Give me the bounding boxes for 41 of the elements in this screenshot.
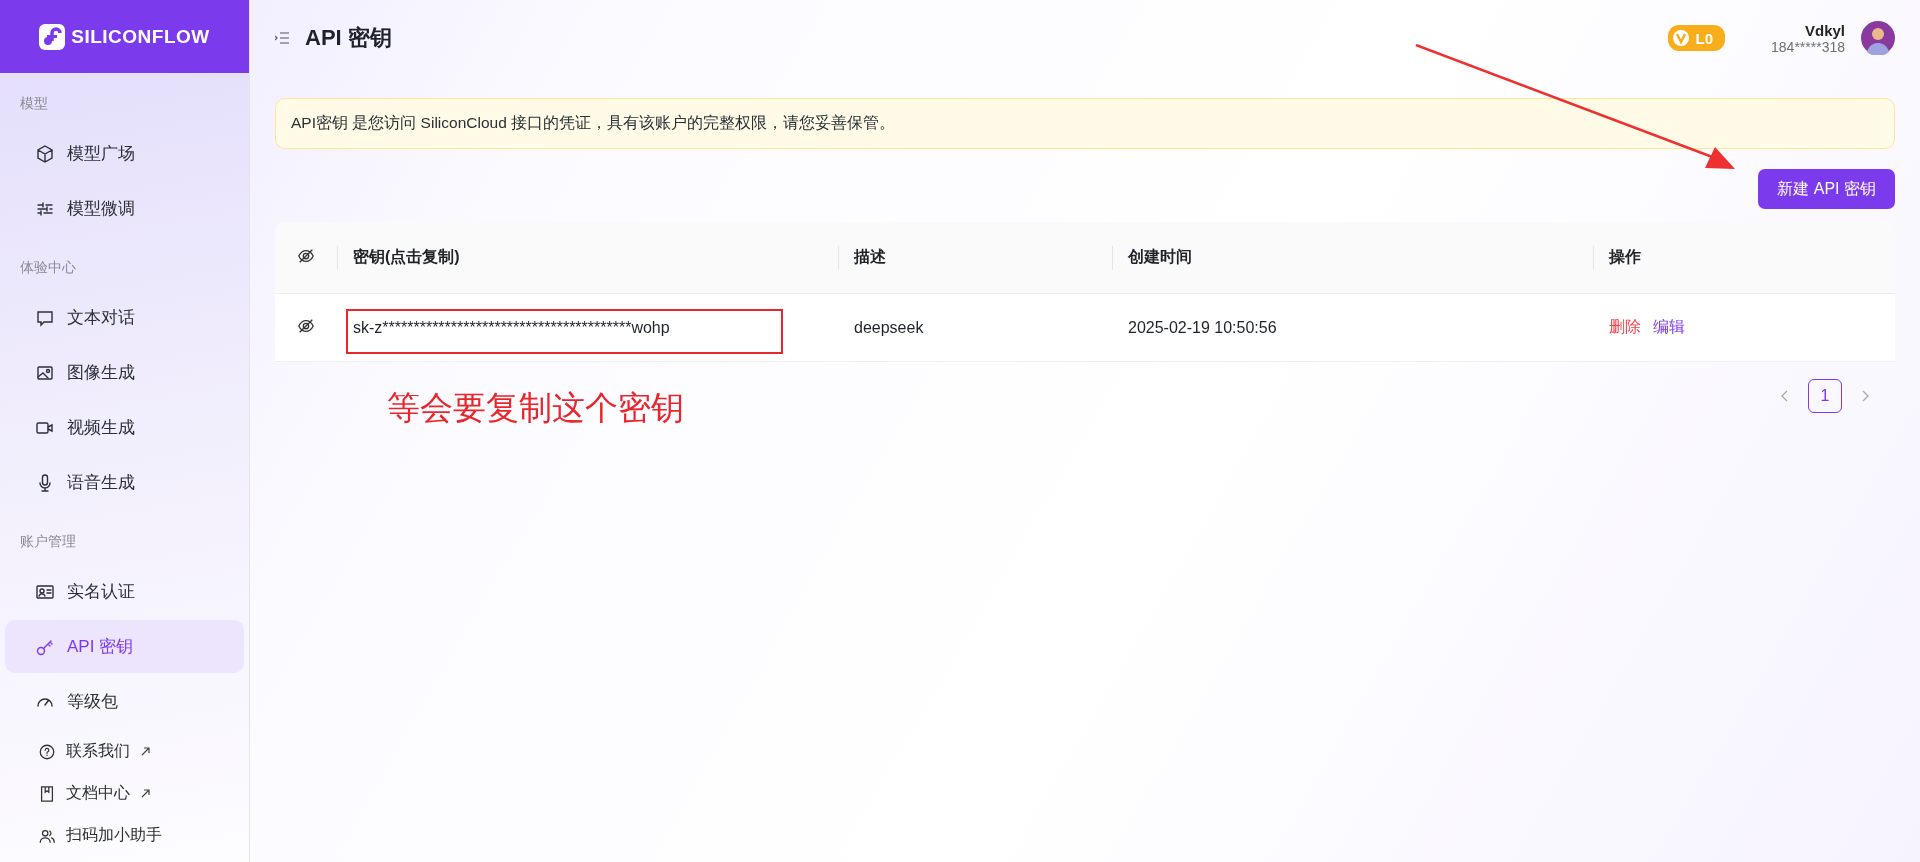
create-key-button[interactable]: 新建 API 密钥	[1758, 169, 1895, 209]
notice-banner: API密钥 是您访问 SiliconCloud 接口的凭证，具有该账户的完整权限，请您妥善保管。	[275, 98, 1895, 149]
book-icon	[38, 784, 56, 803]
table-cell: deepseek	[838, 293, 1112, 362]
sidebar-item[interactable]: 实名认证	[5, 565, 244, 618]
page-title: API 密钥	[305, 24, 393, 52]
sidebar-item[interactable]: 模型广场	[5, 127, 244, 180]
footer-link[interactable]: 文档中心	[38, 783, 151, 804]
user-phone: 184*****318	[1771, 38, 1845, 55]
sidebar-item[interactable]: 语音生成	[5, 456, 244, 509]
sidebar-item[interactable]: 视频生成	[5, 401, 244, 454]
external-link-icon	[140, 788, 151, 799]
cube-icon	[35, 143, 55, 164]
action-link[interactable]: 编辑	[1653, 318, 1685, 335]
footer-link[interactable]: 扫码加小助手	[38, 825, 162, 846]
sidebar-item[interactable]: 等级包	[5, 675, 244, 728]
avatar[interactable]	[1861, 21, 1895, 55]
sidebar-item[interactable]: 文本对话	[5, 291, 244, 344]
help-icon	[38, 742, 56, 761]
menu-icon[interactable]	[275, 32, 289, 44]
section-label: 账户管理	[19, 532, 77, 551]
table-cell: 2025-02-19 10:50:56	[1112, 293, 1593, 362]
column-header: 创建时间	[1112, 222, 1593, 294]
column-header: 密钥(点击复制)	[337, 222, 838, 294]
external-link-icon	[140, 746, 151, 757]
action-link[interactable]: 删除	[1609, 318, 1641, 335]
section-label: 模型	[19, 94, 49, 113]
logo-text: SILICONFLOW	[71, 25, 210, 48]
sidebar-item[interactable]: 图像生成	[5, 346, 244, 399]
footer-link[interactable]: 联系我们	[38, 741, 151, 762]
key-cell[interactable]: sk-z****************************************wohp	[337, 293, 838, 362]
level-badge: L0	[1667, 25, 1726, 51]
column-header: 操作	[1593, 222, 1895, 294]
user-name: Vdkyl	[1804, 21, 1845, 39]
column-header: 描述	[838, 222, 1112, 294]
logo-icon	[39, 23, 66, 50]
section-label: 体验中心	[19, 258, 77, 277]
annotation-text: 等会要复制这个密钥	[387, 388, 684, 428]
page-button[interactable]: 1	[1808, 379, 1842, 413]
sidebar-item[interactable]: API 密钥	[5, 620, 244, 673]
sidebar-item[interactable]: 模型微调	[5, 182, 244, 235]
